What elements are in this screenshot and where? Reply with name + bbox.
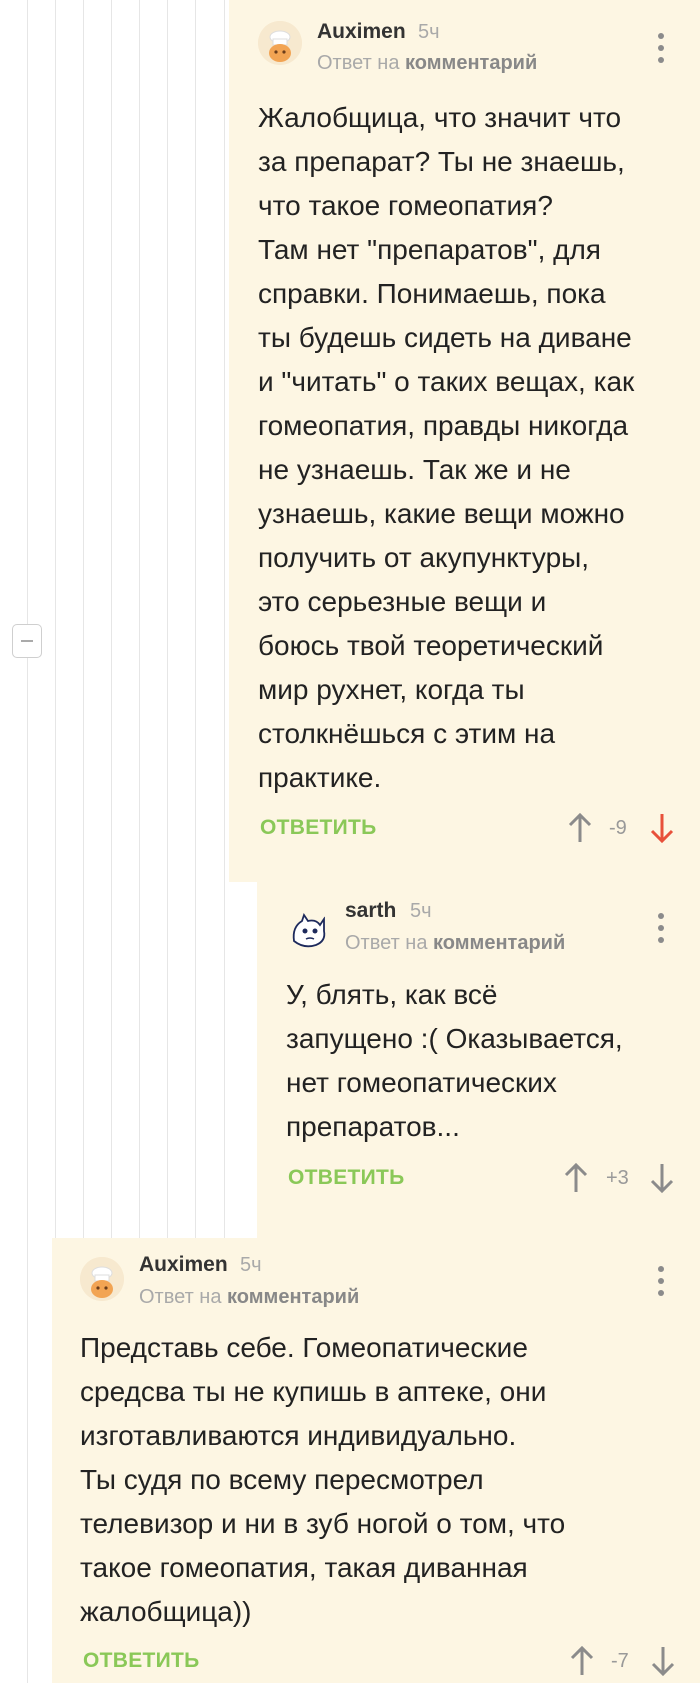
comment-text: Представь себе. Гомеопатические средсва … [80, 1332, 566, 1627]
reply-to-line: Ответ на комментарий [139, 1286, 359, 1309]
chef-avatar-icon[interactable] [80, 1257, 124, 1301]
comment-score: -9 [609, 817, 627, 839]
comment-auximen-1: Auximen 5ч Ответ на комментарий Жалобщиц… [229, 0, 700, 882]
comment-auximen-2: Auximen 5ч Ответ на комментарий Представ… [52, 1238, 700, 1683]
downvote-arrow-icon[interactable] [651, 1646, 675, 1676]
comment-score: +3 [606, 1167, 629, 1189]
upvote-arrow-icon[interactable] [568, 813, 592, 843]
comment-text: У, блять, как всё запущено :( Оказываетс… [286, 979, 623, 1142]
reply-to-prefix: Ответ на [345, 932, 434, 954]
downvote-arrow-icon[interactable] [650, 1163, 674, 1193]
comment-time: 5ч [240, 1254, 262, 1276]
comment-menu-icon[interactable] [657, 913, 665, 943]
cat-sketch-avatar-icon[interactable] [286, 909, 330, 953]
reply-button[interactable]: ОТВЕТИТЬ [288, 1166, 405, 1190]
comment-score: -7 [611, 1650, 629, 1672]
comment-time: 5ч [410, 900, 432, 922]
reply-to-prefix: Ответ на [317, 52, 406, 74]
reply-to-comment-link[interactable]: комментарий [405, 52, 537, 74]
upvote-arrow-icon[interactable] [570, 1646, 594, 1676]
comment-author[interactable]: sarth [345, 899, 396, 923]
comment-text: Жалобщица, что значит что за препарат? Т… [258, 102, 635, 793]
comment-time: 5ч [418, 21, 440, 43]
comment-sarth: sarth 5ч Ответ на комментарий У, блять, … [257, 882, 700, 1238]
comment-menu-icon[interactable] [657, 33, 665, 63]
chef-avatar-icon[interactable] [258, 21, 302, 65]
comment-menu-icon[interactable] [657, 1266, 665, 1296]
reply-to-line: Ответ на комментарий [345, 932, 565, 955]
reply-to-comment-link[interactable]: комментарий [227, 1286, 359, 1308]
reply-to-comment-link[interactable]: комментарий [433, 932, 565, 954]
reply-to-prefix: Ответ на [139, 1286, 228, 1308]
thread-collapse-button[interactable] [12, 624, 42, 658]
comment-author[interactable]: Auximen [317, 20, 406, 44]
reply-button[interactable]: ОТВЕТИТЬ [83, 1649, 200, 1673]
reply-button[interactable]: ОТВЕТИТЬ [260, 816, 377, 840]
comment-author[interactable]: Auximen [139, 1253, 228, 1277]
reply-to-line: Ответ на комментарий [317, 52, 537, 75]
downvote-arrow-icon[interactable] [650, 813, 674, 843]
upvote-arrow-icon[interactable] [564, 1163, 588, 1193]
